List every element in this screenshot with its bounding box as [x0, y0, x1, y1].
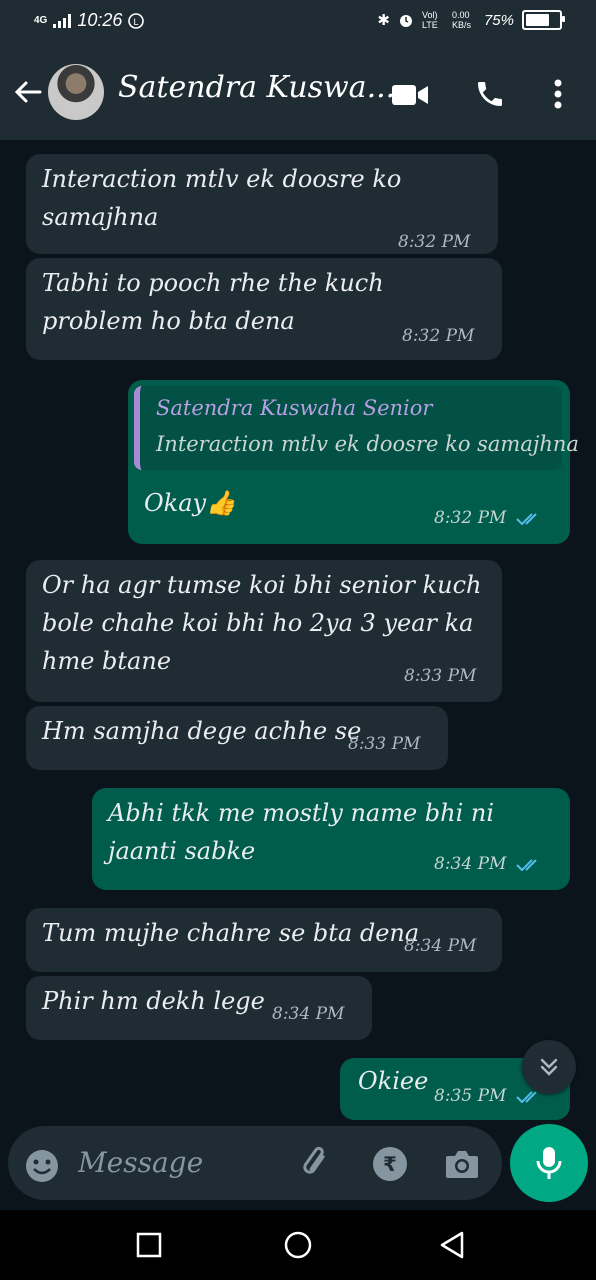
camera-icon[interactable] — [444, 1148, 480, 1180]
message-time-label: 8:34 PM — [434, 854, 507, 874]
message-time: 8:34 PM — [272, 1004, 345, 1024]
alarm-icon — [399, 15, 412, 27]
status-left: 4G 10:26 L — [34, 10, 145, 31]
emoji-icon[interactable] — [24, 1148, 60, 1184]
message-time: 8:32 PM — [398, 232, 471, 252]
more-options-icon[interactable] — [552, 78, 564, 110]
network-type: 4G — [34, 14, 48, 26]
volte-indicator: Vol) LTE — [421, 10, 438, 30]
message-time: 8:34 PM — [404, 936, 477, 956]
battery-percent: 75% — [483, 11, 514, 29]
signal-icon — [53, 13, 72, 28]
video-call-icon[interactable] — [392, 82, 430, 108]
voice-call-icon[interactable] — [474, 78, 506, 110]
read-receipt-icon — [516, 858, 537, 871]
chat-area[interactable]: Interaction mtlv ek doosre ko samajhna 8… — [0, 140, 596, 1125]
clock: 10:26 — [77, 10, 123, 30]
message-input-bar: ₹ — [8, 1126, 502, 1200]
status-bar: 4G 10:26 L ✱ Vol) LTE 0.00 KB/s 75% — [0, 0, 596, 44]
system-nav-bar — [0, 1210, 596, 1280]
message-bubble-incoming[interactable]: Interaction mtlv ek doosre ko samajhna 8… — [26, 154, 498, 254]
back-arrow-icon[interactable] — [12, 76, 44, 108]
data-speed: 0.00 KB/s — [451, 10, 471, 30]
scroll-to-bottom-button[interactable] — [522, 1040, 576, 1094]
message-time-label: 8:35 PM — [434, 1086, 507, 1106]
message-text: Or ha agr tumse koi bhi senior kuch bole… — [42, 571, 482, 675]
message-text: Okiee — [358, 1067, 429, 1095]
battery-fill — [526, 14, 549, 26]
bluetooth-icon: ✱ — [377, 12, 390, 29]
recents-square-icon[interactable] — [136, 1232, 162, 1258]
attach-icon[interactable] — [298, 1144, 334, 1182]
svg-text:₹: ₹ — [383, 1152, 397, 1176]
message-time: 8:32 PM — [434, 508, 542, 528]
home-circle-icon[interactable] — [284, 1231, 312, 1259]
message-input[interactable] — [78, 1140, 278, 1184]
svg-text:L: L — [134, 17, 139, 27]
message-bubble-incoming[interactable]: Tum mujhe chahre se bta dena 8:34 PM — [26, 908, 502, 972]
quoted-sender: Satendra Kuswaha Senior — [156, 396, 433, 420]
avatar[interactable] — [48, 64, 104, 120]
data-saver-icon: L — [128, 12, 145, 29]
status-right: ✱ Vol) LTE 0.00 KB/s 75% — [377, 10, 565, 30]
message-text: Okay👍 — [144, 489, 236, 517]
message-time: 8:35 PM — [434, 1086, 542, 1106]
chat-header: Satendra Kuswa... — [0, 44, 596, 140]
message-time: 8:33 PM — [348, 734, 421, 754]
message-bubble-incoming[interactable]: Hm samjha dege achhe se 8:33 PM — [26, 706, 448, 770]
quoted-text: Interaction mtlv ek doosre ko samajhna — [156, 432, 579, 456]
double-chevron-down-icon — [540, 1058, 558, 1076]
message-time: 8:33 PM — [404, 666, 477, 686]
message-bubble-incoming[interactable]: Phir hm dekh lege 8:34 PM — [26, 976, 372, 1040]
battery-icon — [522, 10, 565, 30]
message-time-label: 8:32 PM — [434, 508, 507, 528]
back-triangle-icon[interactable] — [438, 1230, 466, 1260]
contact-name[interactable]: Satendra Kuswa... — [118, 70, 395, 105]
quoted-message[interactable]: Satendra Kuswaha Senior Interaction mtlv… — [134, 386, 579, 470]
message-bubble-incoming[interactable]: Or ha agr tumse koi bhi senior kuch bole… — [26, 560, 502, 702]
message-time: 8:32 PM — [402, 326, 475, 346]
mic-icon — [536, 1147, 562, 1179]
message-bubble-outgoing[interactable]: Abhi tkk me mostly name bhi ni jaanti sa… — [92, 788, 570, 890]
payment-rupee-icon[interactable]: ₹ — [372, 1146, 408, 1182]
message-bubble-incoming[interactable]: Tabhi to pooch rhe the kuch problem ho b… — [26, 258, 502, 360]
message-text: Hm samjha dege achhe se — [42, 717, 362, 745]
message-text: Tum mujhe chahre se bta dena — [42, 919, 420, 947]
message-time: 8:34 PM — [434, 854, 542, 874]
voice-message-button[interactable] — [510, 1124, 588, 1202]
message-text: Phir hm dekh lege — [42, 987, 265, 1015]
read-receipt-icon — [516, 512, 537, 525]
message-text: Interaction mtlv ek doosre ko samajhna — [42, 165, 402, 231]
